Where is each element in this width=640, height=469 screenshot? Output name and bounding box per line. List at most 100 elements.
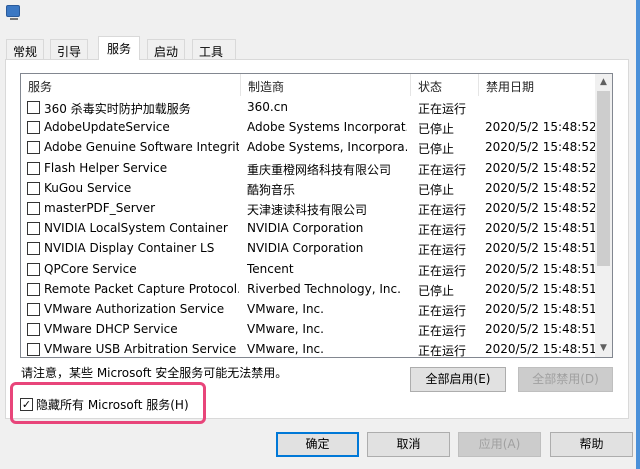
service-name: VMware DHCP Service: [44, 322, 178, 337]
tab-boot[interactable]: 引导: [50, 39, 89, 60]
service-manufacturer: VMware, Inc.: [247, 302, 324, 316]
ok-button[interactable]: 确定: [276, 432, 359, 457]
service-manufacturer: Riverbed Technology, Inc.: [247, 281, 401, 296]
help-button[interactable]: 帮助: [550, 432, 633, 457]
scroll-up-icon[interactable]: ▲: [595, 74, 612, 91]
service-status: 正在运行: [418, 324, 467, 339]
service-checkbox[interactable]: [27, 121, 40, 135]
table-row[interactable]: KuGou Service 酷狗音乐 已停止 2020/5/2 15:48:52: [21, 178, 597, 198]
cancel-button[interactable]: 取消: [367, 432, 450, 457]
service-status: 正在运行: [418, 203, 467, 217]
service-disabled-date: 2020/5/2 15:48:51: [485, 241, 597, 256]
service-checkbox[interactable]: [27, 303, 40, 316]
checkbox-checked-icon[interactable]: ✓: [20, 398, 33, 411]
service-manufacturer: VMware, Inc.: [247, 322, 324, 337]
service-name: NVIDIA Display Container LS: [44, 241, 215, 256]
service-name: VMware USB Arbitration Service: [44, 342, 237, 357]
service-disabled-date: 2020/5/2 15:48:52: [485, 120, 597, 135]
tab-general[interactable]: 常规: [6, 39, 45, 60]
service-status: 正在运行: [418, 304, 467, 318]
service-manufacturer: 重庆重橙网络科技有限公司: [247, 162, 392, 177]
list-header: 服务 制造商 状态 禁用日期: [21, 74, 596, 96]
service-disabled-date: 2020/5/2 15:48:52: [485, 160, 597, 175]
window-border: [636, 0, 640, 469]
column-header-manufacturer[interactable]: 制造商: [241, 74, 411, 96]
service-name: Adobe Genuine Software Integrit...: [44, 140, 239, 155]
service-name: Remote Packet Capture Protocol...: [44, 281, 239, 296]
hide-microsoft-services-checkbox[interactable]: ✓ 隐藏所有 Microsoft 服务(H): [20, 396, 189, 413]
apply-button[interactable]: 应用(A): [458, 432, 541, 457]
service-status: 已停止: [418, 142, 455, 157]
vertical-scrollbar[interactable]: ▲ ▼: [595, 74, 612, 357]
table-row[interactable]: Adobe Genuine Software Integrit... Adobe…: [21, 137, 597, 157]
service-checkbox[interactable]: [27, 202, 40, 215]
table-row[interactable]: NVIDIA LocalSystem Container NVIDIA Corp…: [21, 218, 597, 238]
table-row[interactable]: masterPDF_Server 天津速读科技有限公司 正在运行 2020/5/…: [21, 198, 597, 218]
service-disabled-date: 2020/5/2 15:48:51: [485, 221, 597, 236]
service-status: 已停止: [418, 182, 455, 197]
service-name: masterPDF_Server: [44, 201, 156, 215]
disable-all-button[interactable]: 全部禁用(D): [518, 367, 613, 392]
service-name: Flash Helper Service: [44, 160, 168, 175]
table-row[interactable]: AdobeUpdateService Adobe Systems Incorpo…: [21, 117, 597, 137]
service-checkbox[interactable]: [27, 222, 40, 236]
service-checkbox[interactable]: [27, 262, 40, 276]
service-checkbox[interactable]: [27, 101, 40, 114]
service-checkbox[interactable]: [27, 323, 40, 337]
service-status: 正在运行: [418, 263, 467, 278]
service-status: 正在运行: [418, 102, 467, 116]
service-checkbox[interactable]: [27, 282, 40, 296]
table-row[interactable]: QPCore Service Tencent 正在运行 2020/5/2 15:…: [21, 259, 597, 279]
tab-startup[interactable]: 启动: [147, 39, 186, 60]
service-checkbox[interactable]: [27, 141, 40, 155]
service-disabled-date: 2020/5/2 15:48:51: [485, 322, 597, 337]
service-status: 正在运行: [418, 344, 467, 358]
note-text: 请注意，某些 Microsoft 安全服务可能无法禁用。: [21, 366, 288, 380]
service-manufacturer: VMware, Inc.: [247, 342, 324, 357]
table-row[interactable]: NVIDIA Display Container LS NVIDIA Corpo…: [21, 238, 597, 258]
service-name: VMware Authorization Service: [44, 302, 225, 316]
service-disabled-date: 2020/5/2 15:48:51: [485, 261, 597, 276]
service-manufacturer: 天津速读科技有限公司: [247, 203, 368, 217]
service-manufacturer: NVIDIA Corporation: [247, 241, 364, 256]
column-header-date[interactable]: 禁用日期: [479, 74, 596, 96]
tab-tools[interactable]: 工具: [192, 39, 236, 60]
table-row[interactable]: VMware Authorization Service VMware, Inc…: [21, 299, 597, 319]
service-disabled-date: 2020/5/2 15:48:52: [485, 201, 597, 215]
service-disabled-date: 2020/5/2 15:48:51: [485, 342, 597, 357]
service-checkbox[interactable]: [27, 181, 40, 195]
service-status: 正在运行: [418, 223, 467, 238]
table-row[interactable]: Flash Helper Service 重庆重橙网络科技有限公司 正在运行 2…: [21, 158, 597, 178]
service-disabled-date: 2020/5/2 15:48:52: [485, 180, 597, 195]
table-row[interactable]: VMware DHCP Service VMware, Inc. 正在运行 20…: [21, 319, 597, 339]
column-header-status[interactable]: 状态: [411, 74, 479, 96]
service-manufacturer: Adobe Systems, Incorpora...: [247, 140, 407, 155]
service-name: AdobeUpdateService: [44, 120, 170, 135]
service-name: QPCore Service: [44, 261, 137, 276]
service-status: 已停止: [418, 283, 455, 298]
service-disabled-date: 2020/5/2 15:48:51: [485, 302, 597, 316]
service-checkbox[interactable]: [27, 242, 40, 256]
enable-all-button[interactable]: 全部启用(E): [410, 367, 506, 392]
service-manufacturer: 360.cn: [247, 100, 288, 114]
hide-microsoft-services-label: 隐藏所有 Microsoft 服务(H): [36, 398, 189, 412]
service-status: 已停止: [418, 122, 455, 137]
service-manufacturer: NVIDIA Corporation: [247, 221, 364, 236]
table-row[interactable]: 360 杀毒实时防护加载服务 360.cn 正在运行: [21, 97, 596, 117]
table-row[interactable]: Remote Packet Capture Protocol... Riverb…: [21, 279, 597, 299]
tab-services[interactable]: 服务: [98, 36, 141, 60]
scroll-thumb[interactable]: [597, 91, 610, 266]
scroll-down-icon[interactable]: ▼: [595, 340, 612, 357]
column-header-service[interactable]: 服务: [21, 74, 241, 96]
service-manufacturer: Tencent: [247, 261, 294, 276]
service-checkbox[interactable]: [27, 343, 40, 357]
service-checkbox[interactable]: [27, 161, 40, 175]
service-status: 正在运行: [418, 162, 467, 177]
table-row[interactable]: VMware USB Arbitration Service VMware, I…: [21, 339, 597, 358]
service-name: 360 杀毒实时防护加载服务: [44, 102, 191, 116]
service-name: NVIDIA LocalSystem Container: [44, 221, 228, 236]
service-disabled-date: 2020/5/2 15:48:52: [485, 140, 597, 155]
service-manufacturer: Adobe Systems Incorporat...: [247, 120, 407, 135]
service-status: 正在运行: [418, 243, 467, 258]
services-list[interactable]: 服务 制造商 状态 禁用日期 360 杀毒实时防护加载服务 360.cn 正在运…: [20, 73, 613, 358]
